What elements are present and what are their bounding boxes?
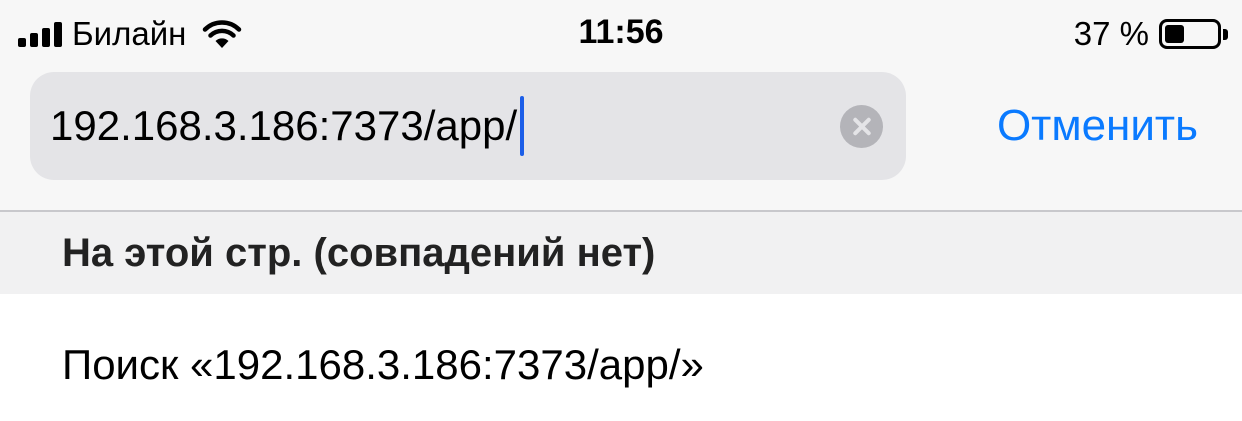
battery-level — [1165, 25, 1184, 43]
top-bar: Билайн 11:56 37 % 192.168.3.186:7373/app… — [0, 0, 1242, 210]
search-suggestion-row[interactable]: Поиск «192.168.3.186:7373/app/» — [0, 294, 1242, 421]
section-header: На этой стр. (совпадений нет) — [0, 212, 1242, 294]
cancel-button[interactable]: Отменить — [997, 72, 1198, 180]
browser-search-screen: Билайн 11:56 37 % 192.168.3.186:7373/app… — [0, 0, 1242, 421]
address-input-text: 192.168.3.186:7373/app/ — [50, 102, 518, 149]
address-input[interactable]: 192.168.3.186:7373/app/ — [50, 72, 525, 180]
clear-icon[interactable] — [840, 105, 883, 148]
battery-percent: 37 % — [1073, 15, 1149, 52]
battery-icon — [1159, 19, 1221, 49]
section-header-label: На этой стр. (совпадений нет) — [62, 231, 656, 275]
battery-cap — [1223, 28, 1228, 40]
status-bar-right: 37 % — [1074, 14, 1228, 54]
search-suggestion-label: Поиск «192.168.3.186:7373/app/» — [62, 341, 704, 388]
status-time: 11:56 — [578, 13, 664, 51]
address-search-field[interactable]: 192.168.3.186:7373/app/ — [30, 72, 906, 180]
text-caret — [520, 96, 525, 156]
